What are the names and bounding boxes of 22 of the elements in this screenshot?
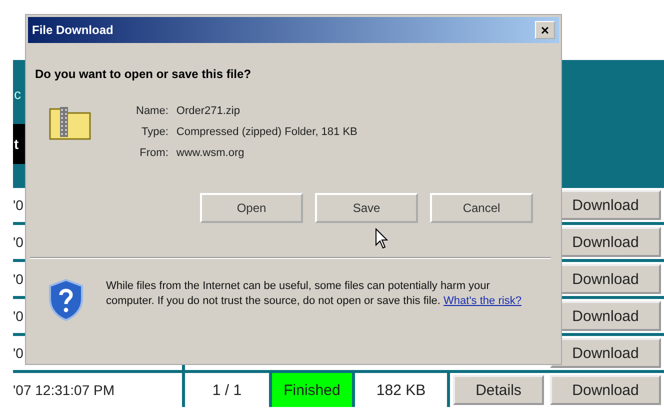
shield-help-icon	[48, 279, 84, 321]
mouse-pointer-icon	[375, 228, 389, 250]
dialog-button[interactable]: Cancel	[430, 193, 533, 223]
date-cell: '07 12:31:07 PM	[13, 373, 185, 407]
dialog-button[interactable]: Open	[200, 193, 303, 223]
download-button[interactable]: Download	[550, 338, 661, 368]
header-text: c	[14, 86, 22, 102]
field-value: Compressed (zipped) Folder, 181 KB	[176, 126, 358, 138]
field-value: www.wsm.org	[176, 147, 246, 159]
details-button[interactable]: Details	[453, 375, 544, 405]
field-label: Name:	[136, 105, 168, 117]
field-label: From:	[138, 147, 168, 159]
risk-link[interactable]: What's the risk?	[444, 295, 522, 307]
download-button[interactable]: Download	[550, 375, 661, 405]
field-value: Order271.zip	[176, 105, 241, 117]
dialog-button[interactable]: Save	[315, 193, 418, 223]
close-button[interactable]: ×	[535, 21, 555, 39]
window-title: File Download	[32, 23, 114, 37]
field-label: Type:	[140, 126, 168, 138]
question-text: Do you want to open or save this file?	[35, 67, 252, 81]
band-text: t	[14, 136, 19, 152]
status-cell: Finished	[272, 373, 355, 407]
